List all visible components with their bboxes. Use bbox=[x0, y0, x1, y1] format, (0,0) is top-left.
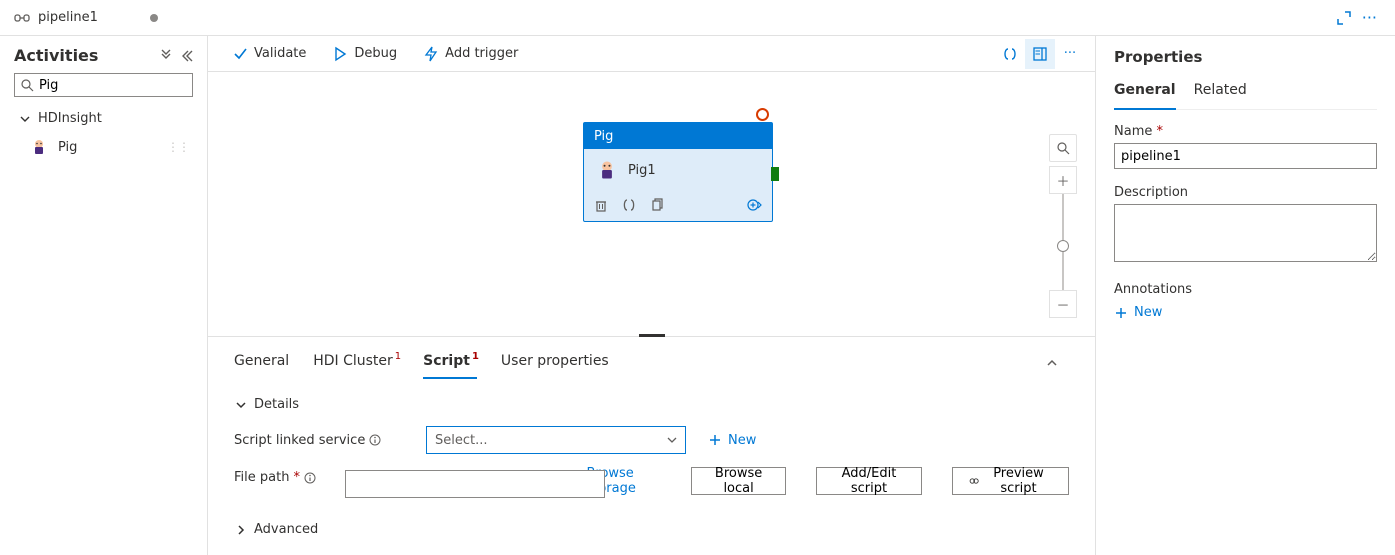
preview-script-button[interactable]: Preview script bbox=[952, 467, 1069, 495]
properties-title: Properties bbox=[1114, 48, 1377, 66]
search-icon bbox=[20, 78, 34, 92]
tab-script[interactable]: Script1 bbox=[423, 347, 477, 379]
file-path-input[interactable] bbox=[345, 470, 605, 498]
properties-pane-icon[interactable] bbox=[1025, 39, 1055, 69]
new-annotation-button[interactable]: New bbox=[1114, 305, 1377, 320]
validate-button[interactable]: Validate bbox=[232, 46, 306, 62]
zoom-slider[interactable] bbox=[1062, 194, 1064, 290]
add-trigger-button[interactable]: Add trigger bbox=[423, 46, 518, 62]
chevron-down-icon bbox=[18, 112, 32, 126]
description-field-label: Description bbox=[1114, 185, 1377, 200]
activities-search[interactable] bbox=[14, 73, 193, 97]
file-path-label: File path* bbox=[234, 466, 323, 485]
zoom-in-button[interactable]: ＋ bbox=[1049, 166, 1077, 194]
zoom-thumb[interactable] bbox=[1057, 240, 1069, 252]
collapse-sidebar-icon[interactable] bbox=[179, 49, 193, 63]
drag-handle-icon[interactable]: ⋮⋮ bbox=[167, 140, 189, 154]
activity-node-pig[interactable]: Pig Pig1 bbox=[583, 122, 773, 222]
pig-activity-icon bbox=[596, 159, 618, 181]
validation-error-icon[interactable] bbox=[756, 108, 769, 121]
expand-icon[interactable] bbox=[1336, 10, 1352, 26]
pipeline-canvas[interactable]: Pig Pig1 bbox=[208, 72, 1095, 337]
browse-local-button[interactable]: Browse local bbox=[691, 467, 786, 495]
new-linked-service-button[interactable]: New bbox=[708, 433, 756, 448]
props-tab-general[interactable]: General bbox=[1114, 76, 1176, 110]
info-icon[interactable] bbox=[369, 434, 381, 446]
pipeline-toolbar: Validate Debug Add trigger bbox=[208, 36, 1095, 72]
tab-user-properties[interactable]: User properties bbox=[501, 347, 609, 379]
copy-icon[interactable] bbox=[650, 198, 664, 212]
advanced-toggle[interactable]: Advanced bbox=[234, 514, 1069, 545]
sidebar-item-label: Pig bbox=[58, 140, 77, 155]
node-output-port[interactable] bbox=[771, 167, 779, 181]
chevron-down-icon bbox=[667, 435, 677, 445]
editor-tabbar: pipeline1 ··· bbox=[0, 0, 1395, 36]
pig-activity-icon bbox=[30, 138, 48, 156]
code-view-icon[interactable] bbox=[995, 39, 1025, 69]
add-output-icon[interactable] bbox=[746, 197, 762, 213]
activities-search-input[interactable] bbox=[14, 73, 193, 97]
add-edit-script-button[interactable]: Add/Edit script bbox=[816, 467, 921, 495]
annotations-label: Annotations bbox=[1114, 282, 1377, 297]
script-linked-service-label: Script linked service bbox=[234, 433, 404, 448]
details-toggle[interactable]: Details bbox=[234, 389, 1069, 420]
props-tab-related[interactable]: Related bbox=[1194, 76, 1247, 109]
tab-hdi-cluster[interactable]: HDI Cluster1 bbox=[313, 347, 399, 379]
pipeline-icon bbox=[14, 10, 30, 26]
properties-pane: Properties General Related Name * Descri… bbox=[1095, 36, 1395, 555]
sidebar-group-label: HDInsight bbox=[38, 111, 102, 126]
tab-general[interactable]: General bbox=[234, 347, 289, 379]
activities-sidebar: Activities HDInsight Pig bbox=[0, 36, 208, 555]
collapse-panel-icon[interactable] bbox=[1045, 356, 1059, 370]
name-field-label: Name * bbox=[1114, 124, 1377, 139]
toolbar-more-icon[interactable]: ··· bbox=[1055, 39, 1085, 69]
info-icon[interactable] bbox=[304, 472, 316, 484]
zoom-out-button[interactable]: － bbox=[1049, 290, 1077, 318]
unsaved-dot-icon bbox=[150, 14, 158, 22]
delete-icon[interactable] bbox=[594, 198, 608, 212]
sidebar-item-pig[interactable]: Pig ⋮⋮ bbox=[0, 132, 207, 162]
activities-title: Activities bbox=[14, 46, 98, 65]
details-panel: General HDI Cluster1 Script1 User proper… bbox=[208, 337, 1095, 555]
node-name[interactable]: Pig1 bbox=[628, 163, 656, 178]
script-linked-service-select[interactable]: Select... bbox=[426, 426, 686, 454]
debug-button[interactable]: Debug bbox=[332, 46, 397, 62]
sidebar-group-hdinsight[interactable]: HDInsight bbox=[0, 105, 207, 132]
pipeline-description-input[interactable] bbox=[1114, 204, 1377, 262]
code-icon[interactable] bbox=[622, 198, 636, 212]
more-icon[interactable]: ··· bbox=[1362, 10, 1377, 26]
zoom-control: ＋ － bbox=[1049, 134, 1077, 318]
zoom-fit-button[interactable] bbox=[1049, 134, 1077, 162]
pipeline-name-input[interactable] bbox=[1114, 143, 1377, 169]
collapse-all-icon[interactable] bbox=[159, 49, 173, 63]
node-header[interactable]: Pig bbox=[584, 123, 772, 149]
tab-title[interactable]: pipeline1 bbox=[38, 10, 98, 25]
